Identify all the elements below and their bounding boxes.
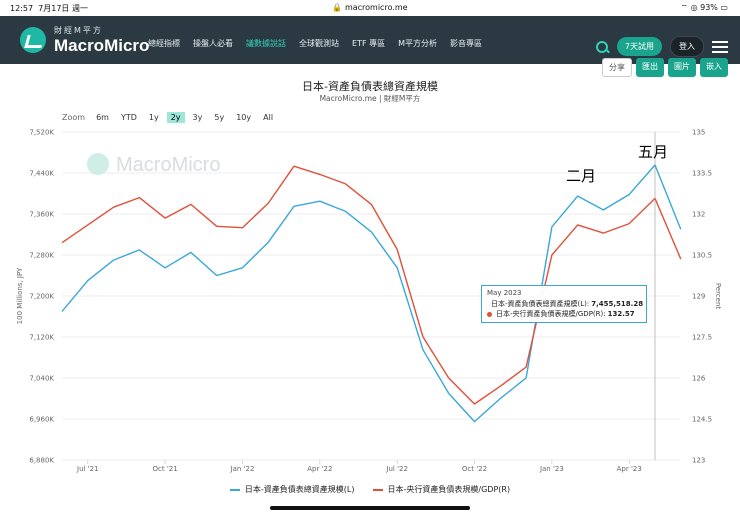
right-y-tick-label: 132 (692, 211, 705, 219)
x-tick-label: Jul '22 (385, 465, 408, 473)
left-y-axis: 6,880K 6,960K 7,040K 7,120K 7,200K 7,280K 7,36… (29, 129, 54, 465)
right-y-tick-label: 126 (692, 375, 706, 383)
x-tick-label: Jan '22 (230, 465, 255, 473)
right-y-tick-label: 135 (692, 129, 705, 137)
right-axis-title: Percent (714, 283, 722, 310)
x-tick-label: Oct '22 (462, 465, 487, 473)
right-y-tick-label: 124.5 (692, 416, 712, 424)
chart-tooltip: May 2023 日本-資產負債表總資產規模(L): 7,455,518.28 … (481, 285, 647, 323)
left-y-tick-label: 6,960K (29, 416, 54, 424)
x-tick-label: Apr '23 (617, 465, 642, 473)
annotation-feb: 二月 (566, 167, 596, 185)
legend-swatch-right (372, 488, 383, 491)
left-y-tick-label: 7,360K (29, 211, 54, 219)
tooltip-row-left: 日本-資產負債表總資產規模(L): 7,455,518.28 (491, 300, 644, 308)
x-axis: Jul '21 Oct '21 Jan '22 Apr '22 Jul '22 Oct '… (76, 460, 642, 473)
home-indicator (270, 506, 470, 510)
x-tick-label: Oct '21 (153, 465, 178, 473)
line-chart[interactable]: MacroMicro 6,880K 6,960K 7,040K 7,120K 7,200… (0, 0, 740, 514)
right-y-tick-label: 127.5 (692, 334, 712, 342)
left-y-tick-label: 7,040K (29, 375, 54, 383)
chart-legend: 日本-資產負債表總資產規模(L) 日本-央行資產負債表規模/GDP(R) (0, 484, 740, 495)
left-y-tick-label: 6,880K (29, 457, 54, 465)
tooltip-right-dot (487, 311, 492, 317)
legend-item-left[interactable]: 日本-資產負債表總資產規模(L) (229, 484, 355, 495)
legend-item-right[interactable]: 日本-央行資產負債表規模/GDP(R) (372, 484, 510, 495)
left-y-tick-label: 7,200K (29, 293, 54, 301)
watermark: MacroMicro (87, 153, 220, 176)
x-tick-label: Jan '23 (539, 465, 564, 473)
right-y-tick-label: 133.5 (692, 170, 712, 178)
left-y-tick-label: 7,120K (29, 334, 54, 342)
x-tick-label: Jul '21 (76, 465, 99, 473)
left-y-tick-label: 7,440K (29, 170, 54, 178)
watermark-text: MacroMicro (116, 154, 220, 176)
tooltip-date: May 2023 (487, 289, 522, 297)
x-tick-label: Apr '22 (307, 465, 332, 473)
legend-swatch-left (229, 488, 240, 491)
left-y-tick-label: 7,280K (29, 252, 54, 260)
right-y-tick-label: 130.5 (692, 252, 712, 260)
left-y-tick-label: 7,520K (29, 129, 54, 137)
right-y-axis: 123 124.5 126 127.5 129 130.5 132 133.5 135 (692, 129, 712, 465)
annotation-may: 五月 (638, 143, 668, 161)
tooltip-row-right: 日本-央行資產負債表規模/GDP(R): 132.57 (487, 309, 641, 319)
right-y-tick-label: 123 (692, 457, 705, 465)
left-axis-title: 100 Millions, JPY (16, 267, 24, 324)
right-y-tick-label: 129 (692, 293, 705, 301)
